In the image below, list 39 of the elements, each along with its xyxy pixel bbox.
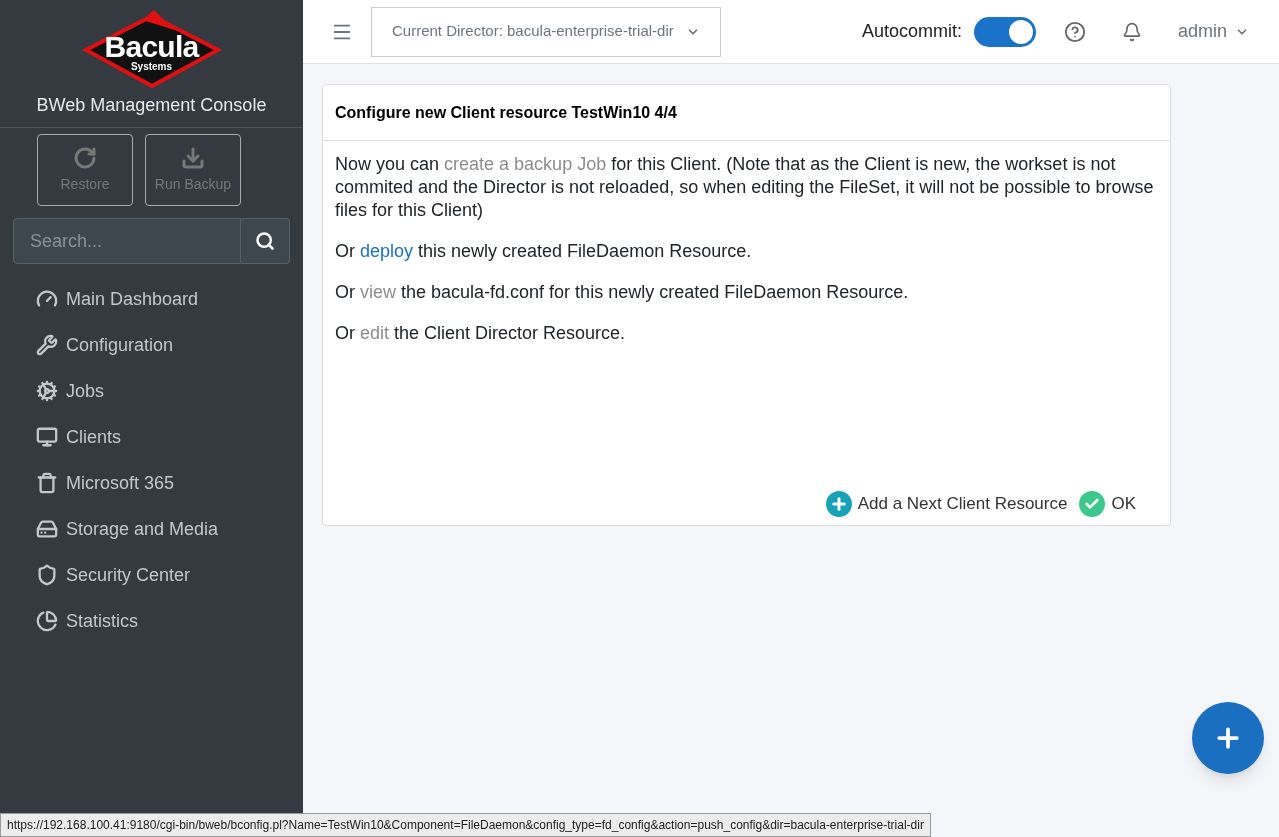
nav-item[interactable]: Clients (36, 414, 303, 460)
refresh-icon (73, 145, 97, 170)
download-icon (181, 145, 205, 170)
paragraph: Or view the bacula-fd.conf for this newly created FileDaemon Resource. (335, 281, 910, 304)
user-menu[interactable]: admin (1177, 18, 1249, 45)
add-client-button[interactable]: Add a Next Client Resource (825, 491, 1068, 517)
bell-icon[interactable] (1121, 21, 1142, 42)
search-icon (255, 231, 275, 251)
console-title: BWeb Management Console (36, 94, 267, 117)
autocommit-toggle[interactable] (973, 16, 1036, 47)
card-title: Configure new Client resource TestWin10 4/4 (335, 102, 677, 123)
plus-icon (825, 491, 852, 517)
check-icon (1079, 491, 1106, 517)
director-dropdown[interactable]: Current Director: bacula-enterprise-trial-dir (371, 6, 721, 57)
nav-item[interactable]: Microsoft 365 (36, 460, 303, 506)
search-field[interactable]: Search... (13, 218, 241, 264)
paragraph: Or edit the Client Director Resource. (335, 322, 627, 345)
help-icon[interactable] (1063, 20, 1086, 43)
tools-icon (36, 334, 58, 356)
ok-button[interactable]: OK (1079, 491, 1136, 517)
nav-item[interactable]: Storage and Media (36, 506, 303, 552)
link[interactable]: edit (360, 323, 390, 343)
drive-icon (36, 518, 58, 540)
logo: Bacula Systems (81, 8, 222, 88)
autocommit-label: Autocommit: (861, 20, 962, 43)
pie-chart-icon (36, 610, 58, 632)
search-button[interactable] (241, 218, 290, 264)
nav-item[interactable]: Configuration (36, 322, 303, 368)
shield-icon (36, 564, 58, 586)
nav-item[interactable]: Statistics (36, 598, 303, 644)
monitor-icon (36, 426, 58, 448)
nav-item[interactable]: Security Center (36, 552, 303, 598)
nav-item[interactable]: Jobs (36, 368, 303, 414)
add-button[interactable] (1192, 702, 1264, 774)
nav-item[interactable]: Main Dashboard (36, 276, 303, 322)
paragraph: Or deploy this newly created FileDaemon Resource. (335, 240, 753, 263)
link[interactable]: deploy (360, 241, 414, 261)
status-url: https://192.168.100.41:9180/cgi-bin/bweb/bconfig.pl?Name=TestWin10&Component=FileDaemon&config_type=fd_config&action=push_config&dir=bacula-enterprise-trial-dir (0, 813, 931, 837)
paragraph: Now you can create a backup Job for this Client. (Note that as the Client is new, the workset is not commited and the Director is not reloaded, so when editing the FileSet, it will not be possible to browse files for this Client) (335, 153, 1155, 222)
